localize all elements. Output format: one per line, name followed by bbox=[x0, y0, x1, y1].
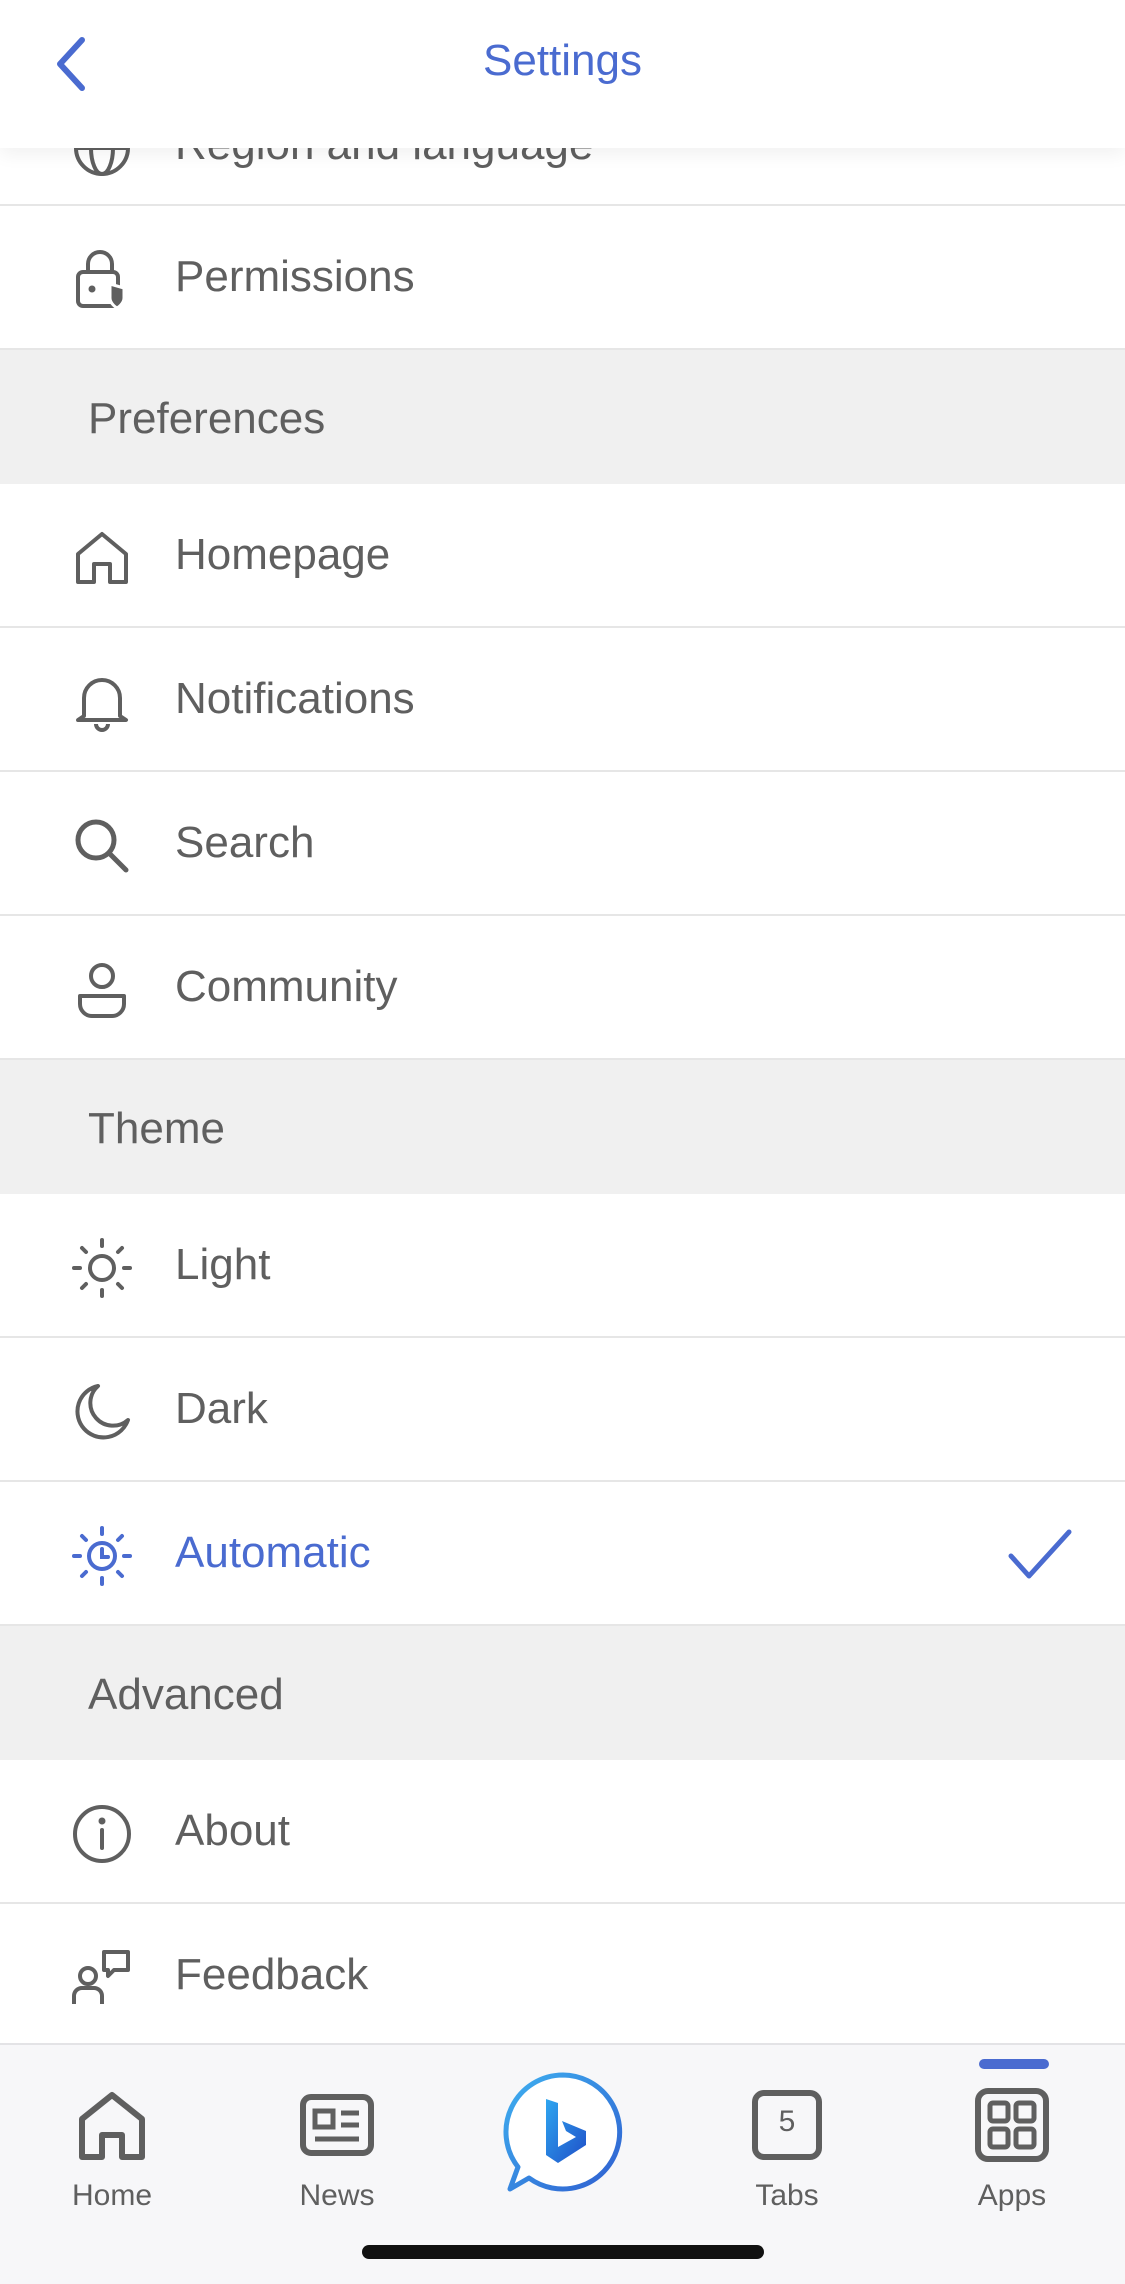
nav-apps[interactable]: Apps bbox=[932, 2045, 1092, 2245]
settings-row-label: Community bbox=[175, 962, 398, 1011]
header-bar: Settings bbox=[0, 0, 1125, 148]
settings-row-label: Notifications bbox=[175, 674, 415, 723]
section-label: Theme bbox=[88, 1104, 225, 1153]
info-icon bbox=[70, 1802, 134, 1866]
settings-row-label: Homepage bbox=[175, 530, 391, 579]
bell-icon bbox=[70, 670, 134, 734]
settings-row-label: Region and language bbox=[175, 148, 593, 170]
settings-row-permissions[interactable]: Permissions bbox=[0, 206, 1125, 350]
news-icon bbox=[300, 2094, 374, 2156]
section-header-theme: Theme bbox=[0, 1060, 1125, 1194]
settings-row-search[interactable]: Search bbox=[0, 772, 1125, 916]
settings-row-label: Dark bbox=[175, 1384, 268, 1433]
settings-row-region-language[interactable]: Region and language bbox=[0, 148, 1125, 206]
settings-row-label: About bbox=[175, 1806, 290, 1855]
apps-grid-icon bbox=[975, 2088, 1049, 2162]
nav-tabs[interactable]: 5 Tabs bbox=[707, 2045, 867, 2245]
settings-row-community[interactable]: Community bbox=[0, 916, 1125, 1060]
bing-chat-button[interactable] bbox=[500, 2069, 626, 2195]
bing-logo-icon bbox=[503, 2072, 623, 2192]
settings-row-label: Automatic bbox=[175, 1528, 371, 1577]
page-title: Settings bbox=[483, 36, 642, 85]
nav-label: News bbox=[299, 2179, 375, 2212]
settings-row-label: Feedback bbox=[175, 1950, 369, 1999]
sun-icon bbox=[70, 1236, 134, 1300]
home-icon bbox=[70, 526, 134, 590]
settings-row-dark[interactable]: Dark bbox=[0, 1338, 1125, 1482]
section-header-preferences: Preferences bbox=[0, 350, 1125, 484]
settings-row-homepage[interactable]: Homepage bbox=[0, 484, 1125, 628]
moon-icon bbox=[70, 1380, 134, 1444]
settings-row-label: Search bbox=[175, 818, 315, 867]
section-header-advanced: Advanced bbox=[0, 1626, 1125, 1760]
nav-home[interactable]: Home bbox=[32, 2045, 192, 2245]
settings-row-label: Light bbox=[175, 1240, 271, 1289]
checkmark-icon bbox=[1008, 1529, 1072, 1579]
nav-news[interactable]: News bbox=[257, 2045, 417, 2245]
settings-row-label: Permissions bbox=[175, 252, 415, 301]
settings-row-feedback[interactable]: Feedback bbox=[0, 1904, 1125, 2048]
nav-label: Home bbox=[71, 2179, 153, 2212]
sun-clock-icon bbox=[70, 1524, 134, 1588]
feedback-icon bbox=[70, 1946, 134, 2010]
settings-screen: Settings Region and language Permissions bbox=[0, 0, 1125, 2284]
settings-row-notifications[interactable]: Notifications bbox=[0, 628, 1125, 772]
home-icon bbox=[79, 2092, 145, 2160]
home-indicator[interactable] bbox=[362, 2245, 764, 2259]
settings-row-light[interactable]: Light bbox=[0, 1194, 1125, 1338]
lock-shield-icon bbox=[70, 248, 134, 312]
globe-icon bbox=[74, 148, 130, 176]
tabs-count: 5 bbox=[778, 2105, 796, 2138]
section-label: Advanced bbox=[88, 1670, 284, 1719]
settings-list: Permissions Preferences Homepage Notific… bbox=[0, 206, 1125, 2048]
person-icon bbox=[70, 958, 134, 1022]
settings-row-about[interactable]: About bbox=[0, 1760, 1125, 1904]
search-icon bbox=[70, 814, 134, 878]
section-label: Preferences bbox=[88, 394, 326, 443]
nav-label: Tabs bbox=[755, 2179, 819, 2212]
settings-row-automatic[interactable]: Automatic bbox=[0, 1482, 1125, 1626]
nav-label: Apps bbox=[977, 2179, 1047, 2212]
